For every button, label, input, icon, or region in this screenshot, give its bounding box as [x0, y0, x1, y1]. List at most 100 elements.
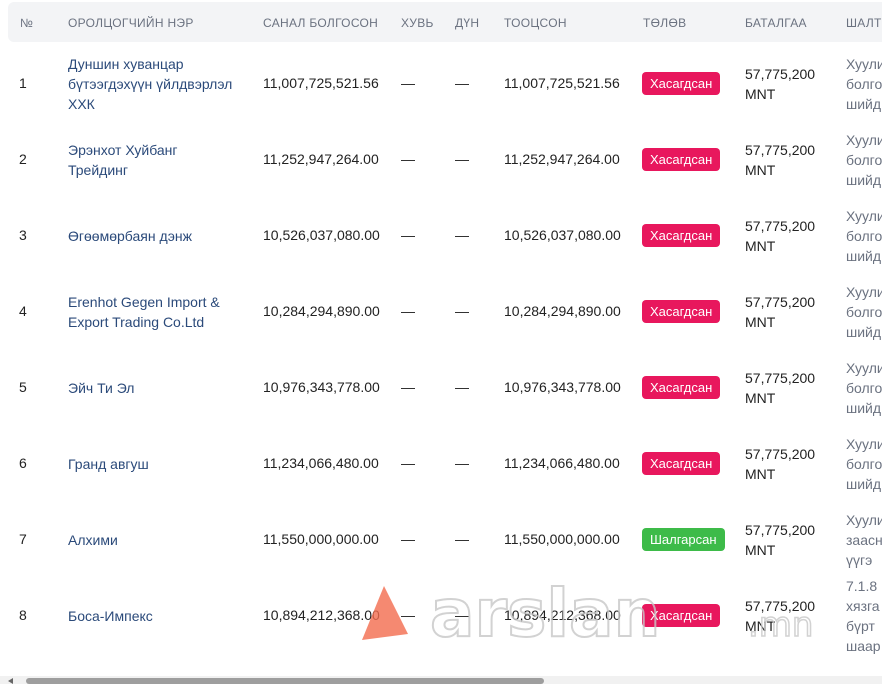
status-badge: Хасагдсан: [642, 224, 721, 247]
reason-text: Хуули болго шийд: [846, 434, 882, 494]
calculated-value: 10,894,212,368.00: [504, 607, 621, 623]
row-number: 8: [19, 607, 27, 623]
reason-line: хязга: [846, 598, 880, 614]
header-participant[interactable]: ОРОЛЦОГЧИЙН НЭР: [68, 16, 194, 30]
reason-text: 7.1.8 хязга бүрт шаар: [846, 576, 882, 656]
participant-name-link[interactable]: Эйч Ти Эл: [68, 378, 246, 398]
reason-text: Хуули болго шийд: [846, 54, 882, 114]
reason-line: Хуули: [846, 512, 882, 528]
percent-value: —: [401, 379, 415, 395]
percent-value: —: [401, 75, 415, 91]
status-badge: Хасагдсан: [642, 72, 721, 95]
participant-name-line: Гранд авгуш: [68, 456, 149, 472]
participants-table: № ОРОЛЦОГЧИЙН НЭР САНАЛ БОЛГОСОН ХУВЬ ДҮ…: [0, 0, 882, 676]
participant-name-line: Алхими: [68, 532, 118, 548]
reason-text: Хуули заасн үүгэ: [846, 510, 882, 570]
reason-line: 7.1.8: [846, 578, 878, 594]
row-number: 1: [19, 75, 27, 91]
reason-line: шийд: [846, 324, 882, 340]
amount-value: —: [455, 607, 469, 623]
participant-name-link[interactable]: Алхими: [68, 530, 246, 550]
participant-name-line: Боса-Импекс: [68, 608, 153, 624]
participant-name-line: Erenhot Gegen Import &: [68, 294, 220, 310]
guarantee-value: 57,775,200 MNT: [745, 368, 825, 408]
status-badge: Хасагдсан: [642, 148, 721, 171]
participant-name-link[interactable]: Өгөөмөрбаян дэнж: [68, 226, 246, 246]
calculated-value: 10,526,037,080.00: [504, 227, 621, 243]
offer-value: 11,234,066,480.00: [263, 455, 379, 471]
guarantee-line: MNT: [745, 542, 776, 558]
reason-text: Хуули болго шийд: [846, 130, 882, 190]
header-percent[interactable]: ХУВЬ: [401, 16, 434, 30]
row-number: 4: [19, 303, 27, 319]
offer-value: 10,976,343,778.00: [263, 379, 380, 395]
reason-line: шаар: [846, 638, 881, 654]
reason-text: Хуули болго шийд: [846, 206, 882, 266]
reason-line: шийд: [846, 172, 882, 188]
percent-value: —: [401, 531, 415, 547]
scrollbar-thumb[interactable]: [26, 678, 544, 684]
reason-line: болго: [846, 76, 882, 92]
participant-name-line: ХХК: [68, 96, 95, 112]
reason-line: заасн: [846, 532, 882, 548]
guarantee-value: 57,775,200 MNT: [745, 64, 825, 104]
guarantee-line: 57,775,200: [745, 522, 816, 538]
participant-name-line: бүтээгдэхүүн үйлдвэрлэл: [68, 76, 233, 92]
amount-value: —: [455, 75, 469, 91]
offer-value: 11,252,947,264.00: [263, 151, 379, 167]
calculated-value: 11,550,000,000.00: [504, 531, 620, 547]
reason-line: Хуули: [846, 284, 882, 300]
participant-name-link[interactable]: Гранд авгуш: [68, 454, 246, 474]
guarantee-value: 57,775,200 MNT: [745, 292, 825, 332]
guarantee-line: MNT: [745, 86, 776, 102]
percent-value: —: [401, 607, 415, 623]
calculated-value: 11,007,725,521.56: [504, 75, 620, 91]
guarantee-line: 57,775,200: [745, 598, 816, 614]
guarantee-line: 57,775,200: [745, 66, 816, 82]
row-number: 5: [19, 379, 27, 395]
status-badge: Хасагдсан: [642, 376, 721, 399]
header-guarantee[interactable]: БАТАЛГАА: [745, 16, 807, 30]
calculated-value: 11,252,947,264.00: [504, 151, 620, 167]
reason-line: бүрт: [846, 618, 875, 634]
status-badge: Шалгарсан: [642, 528, 725, 551]
guarantee-value: 57,775,200 MNT: [745, 140, 825, 180]
scroll-left-icon[interactable]: [8, 678, 13, 684]
row-number: 3: [19, 227, 27, 243]
percent-value: —: [401, 227, 415, 243]
guarantee-line: 57,775,200: [745, 142, 816, 158]
percent-value: —: [401, 151, 415, 167]
participant-name-line: Дуншин хуванцар: [68, 56, 184, 72]
calculated-value: 10,976,343,778.00: [504, 379, 621, 395]
reason-line: шийд: [846, 400, 882, 416]
participant-name-line: Эрэнхот Хуйбанг: [68, 142, 178, 158]
amount-value: —: [455, 151, 469, 167]
guarantee-line: 57,775,200: [745, 370, 816, 386]
header-offer[interactable]: САНАЛ БОЛГОСОН: [263, 16, 378, 30]
header-amount[interactable]: ДҮН: [455, 16, 479, 30]
amount-value: —: [455, 455, 469, 471]
reason-line: Хуули: [846, 132, 882, 148]
guarantee-line: MNT: [745, 162, 776, 178]
status-badge: Хасагдсан: [642, 604, 721, 627]
participant-name-link[interactable]: Дуншин хуванцар бүтээгдэхүүн үйлдвэрлэл ХХ…: [68, 54, 246, 114]
header-calculated[interactable]: ТООЦСОН: [504, 16, 567, 30]
guarantee-value: 57,775,200 MNT: [745, 520, 825, 560]
guarantee-line: MNT: [745, 314, 776, 330]
offer-value: 11,550,000,000.00: [263, 531, 379, 547]
reason-line: Хуули: [846, 436, 882, 452]
participant-name-link[interactable]: Эрэнхот Хуйбанг Трейдинг: [68, 140, 246, 180]
reason-line: Хуули: [846, 56, 882, 72]
offer-value: 10,894,212,368.00: [263, 607, 380, 623]
header-no: №: [20, 16, 34, 30]
reason-line: болго: [846, 456, 882, 472]
offer-value: 10,284,294,890.00: [263, 303, 380, 319]
amount-value: —: [455, 379, 469, 395]
guarantee-line: MNT: [745, 238, 776, 254]
reason-line: Хуули: [846, 360, 882, 376]
participant-name-link[interactable]: Erenhot Gegen Import & Export Trading Co.…: [68, 292, 246, 332]
participant-name-link[interactable]: Боса-Импекс: [68, 606, 246, 626]
guarantee-line: 57,775,200: [745, 218, 816, 234]
header-reason[interactable]: ШАЛТ: [846, 16, 882, 30]
header-status[interactable]: ТӨЛӨВ: [643, 16, 686, 30]
